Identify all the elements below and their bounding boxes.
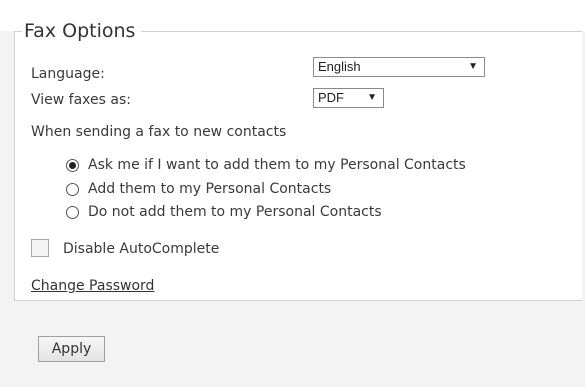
radio-do-not-add[interactable] [66,205,79,219]
change-password-link[interactable]: Change Password [31,277,154,295]
language-select-value: English [318,59,361,74]
disable-autocomplete-label: Disable AutoComplete [63,241,220,257]
apply-button[interactable]: Apply [38,336,105,362]
radio-add-label: Add them to my Personal Contacts [88,181,332,197]
view-faxes-select[interactable]: PDF ▼ [313,88,384,108]
fax-options-page: Fax Options Language: English ▼ View fax… [0,0,585,387]
radio-add[interactable] [66,182,79,196]
radio-ask-label: Ask me if I want to add them to my Perso… [88,157,466,173]
dropdown-arrow-icon: ▼ [468,61,478,72]
radio-ask[interactable] [66,158,79,172]
view-faxes-select-value: PDF [318,90,344,105]
language-label: Language: [31,66,105,82]
disable-autocomplete-checkbox[interactable] [31,239,49,257]
contacts-heading: When sending a fax to new contacts [31,124,287,140]
radio-add-option[interactable]: Add them to my Personal Contacts [66,179,331,199]
radio-do-not-add-option[interactable]: Do not add them to my Personal Contacts [66,202,382,222]
view-faxes-label: View faxes as: [31,92,131,108]
dropdown-arrow-icon: ▼ [367,92,377,103]
radio-do-not-add-label: Do not add them to my Personal Contacts [88,204,382,220]
fax-options-title: Fax Options [22,18,142,44]
language-select[interactable]: English ▼ [313,57,485,77]
radio-ask-option[interactable]: Ask me if I want to add them to my Perso… [66,155,466,175]
